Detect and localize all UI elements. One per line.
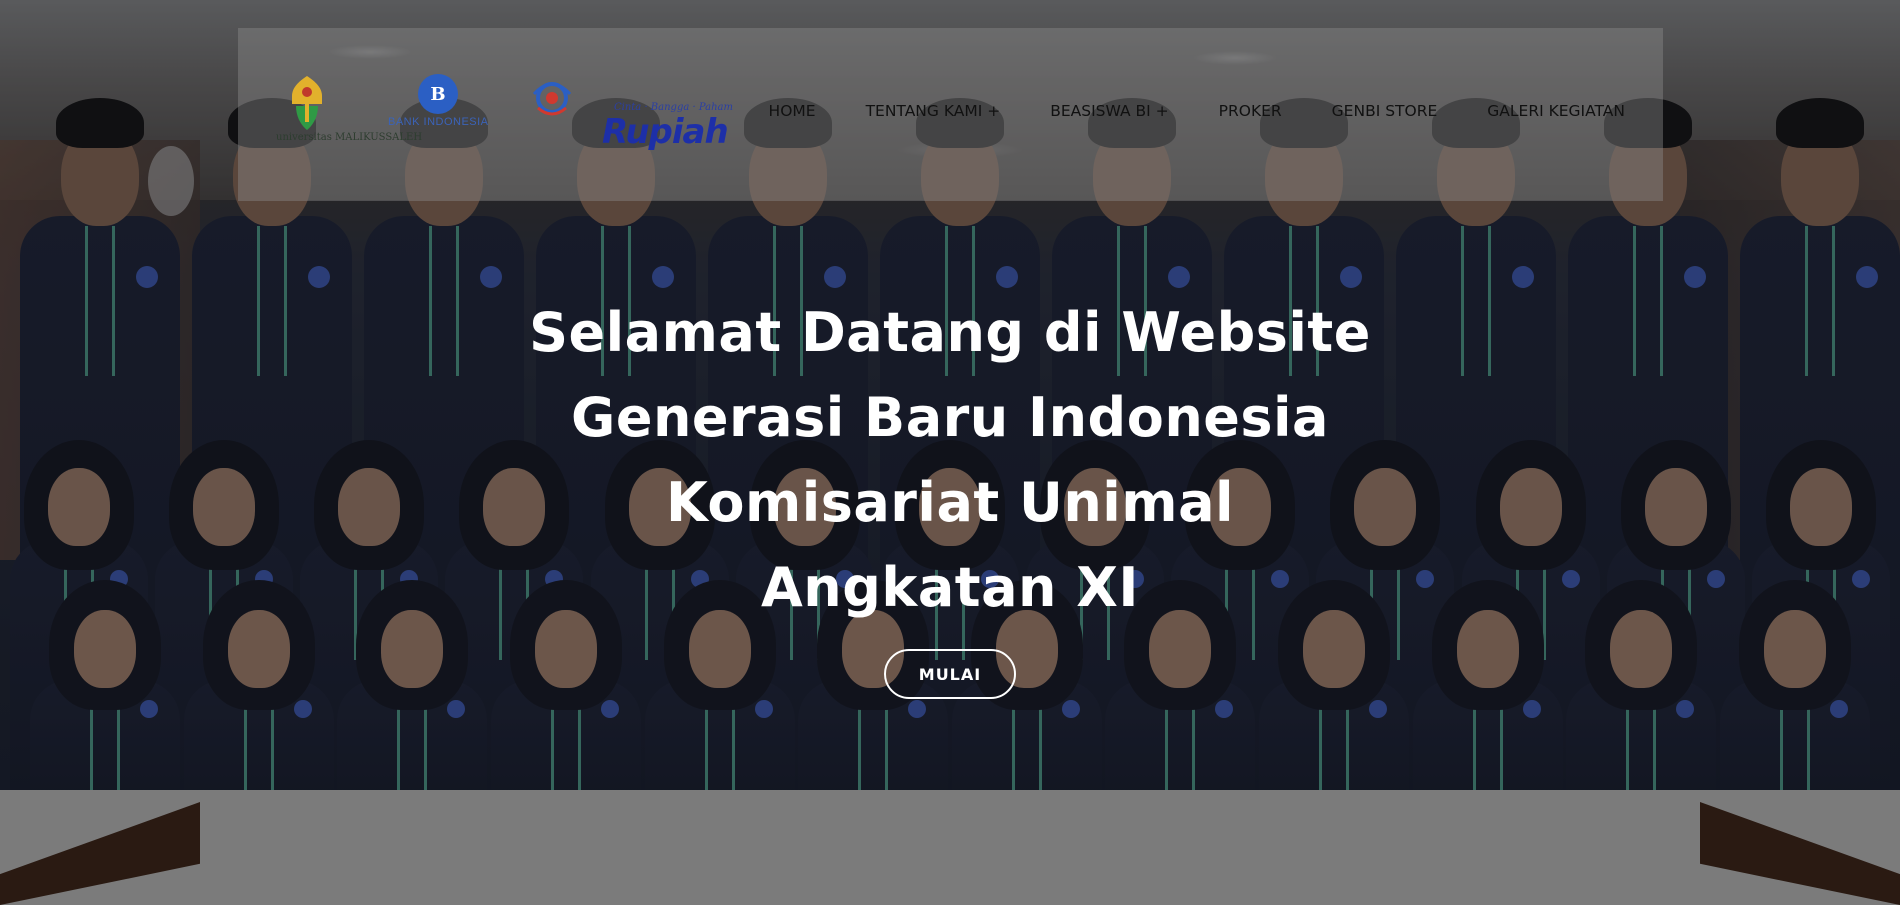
hero-title-line: Generasi Baru Indonesia — [571, 386, 1329, 449]
nav-galeri-kegiatan[interactable]: GALERI KEGIATAN — [1487, 102, 1625, 120]
main-navigation: HOME TENTANG KAMI + BEASISWA BI + PROKER… — [769, 102, 1625, 120]
bank-indonesia-logo[interactable]: B BANK INDONESIA — [388, 74, 498, 174]
bank-indonesia-monogram: B — [418, 74, 458, 114]
hero-title-line: Angkatan XI — [761, 556, 1139, 619]
nav-proker[interactable]: PROKER — [1219, 102, 1282, 120]
university-logo[interactable]: universitas MALIKUSSALEH — [276, 74, 422, 174]
nav-genbi-store[interactable]: GENBI STORE — [1332, 102, 1438, 120]
rupiah-logo[interactable]: Cinta · Bangga · Paham Rupiah — [602, 74, 742, 174]
hero-title-line: Selamat Datang di Website — [529, 301, 1371, 364]
rupiah-wordmark: Rupiah — [602, 112, 729, 152]
genbi-logo[interactable] — [520, 74, 580, 174]
start-button[interactable]: MULAI — [884, 649, 1016, 699]
hero-title: Selamat Datang di Website Generasi Baru … — [450, 290, 1450, 630]
next-section — [0, 790, 1900, 905]
hero-content: Selamat Datang di Website Generasi Baru … — [450, 290, 1450, 630]
page: universitas MALIKUSSALEH B BANK INDONESI… — [0, 0, 1900, 905]
site-header: universitas MALIKUSSALEH B BANK INDONESI… — [238, 28, 1663, 201]
bank-indonesia-name: BANK INDONESIA — [388, 116, 489, 128]
hero-title-line: Komisariat Unimal — [665, 471, 1235, 534]
university-emblem-icon — [292, 76, 322, 130]
nav-tentang-kami[interactable]: TENTANG KAMI + — [866, 102, 1001, 120]
nav-beasiswa-bi[interactable]: BEASISWA BI + — [1050, 102, 1168, 120]
partner-logos: universitas MALIKUSSALEH B BANK INDONESI… — [276, 74, 764, 174]
genbi-icon — [532, 82, 572, 116]
nav-home[interactable]: HOME — [769, 102, 816, 120]
